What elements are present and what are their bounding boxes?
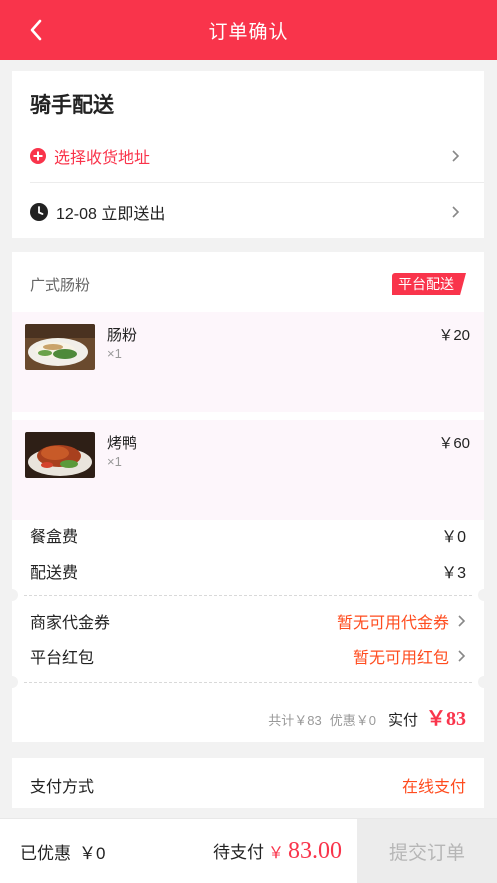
item-name: 肠粉 <box>107 327 138 344</box>
payment-method-label: 支付方式 <box>30 779 95 796</box>
address-select-label: 选择收货地址 <box>54 150 151 167</box>
paid-value: ￥83 <box>426 708 466 730</box>
coupon-label: 商家代金券 <box>30 615 111 632</box>
discount-summary: 已优惠 ￥0 <box>20 819 105 883</box>
delivery-fee-row: 配送费 ￥3 <box>30 558 466 584</box>
divider <box>30 182 484 183</box>
total-amount: 共计￥83 <box>268 713 322 728</box>
order-card: 广式肠粉 平台配送 肠粉 ×1 ￥20 烤鸭 ×1 ￥60 餐盒费 ￥0 配送费… <box>6 252 490 742</box>
bottom-bar: 已优惠 ￥0 待支付 ￥ 83.00 提交订单 <box>0 818 497 883</box>
item-price: ￥20 <box>438 327 470 344</box>
ticket-notch <box>478 589 490 601</box>
page-title: 订单确认 <box>208 21 289 43</box>
item-qty: ×1 <box>107 346 122 361</box>
chevron-left-icon <box>30 19 42 41</box>
list-item: 肠粉 ×1 ￥20 <box>12 312 484 412</box>
clock-icon <box>30 203 48 221</box>
top-bar: 订单确认 <box>0 0 497 60</box>
food-image <box>25 324 95 370</box>
payment-method-value: 在线支付 <box>401 779 466 796</box>
delivery-time-row[interactable]: 12-08 立即送出 <box>30 197 466 227</box>
coupon-value: 暂无可用红包 <box>352 650 449 667</box>
discount-label: 已优惠 <box>20 844 71 863</box>
chevron-right-icon <box>458 650 466 662</box>
shop-header: 广式肠粉 平台配送 <box>30 272 466 296</box>
to-pay-summary: 待支付 ￥ 83.00 <box>213 819 342 883</box>
dashed-divider <box>24 682 472 683</box>
plus-circle-icon <box>30 148 46 164</box>
item-name: 烤鸭 <box>107 435 138 452</box>
payment-method-card[interactable]: 支付方式 在线支付 <box>12 758 484 808</box>
to-pay-currency: ￥ <box>267 845 284 862</box>
fee-value: ￥0 <box>441 529 466 546</box>
coupon-label: 平台红包 <box>30 650 95 667</box>
order-total-row: 共计￥83 优惠￥0 实付 ￥83 <box>268 702 466 730</box>
item-price: ￥60 <box>438 435 470 452</box>
back-button[interactable] <box>24 18 48 42</box>
list-item: 烤鸭 ×1 ￥60 <box>12 420 484 520</box>
platform-redpacket-row[interactable]: 平台红包 暂无可用红包 <box>30 642 466 670</box>
to-pay-label: 待支付 <box>212 843 264 862</box>
paid-label: 实付 <box>387 712 418 729</box>
coupon-value: 暂无可用代金券 <box>336 615 449 632</box>
dashed-divider <box>24 595 472 596</box>
delivery-mode-title: 骑手配送 <box>30 94 114 117</box>
fee-value: ￥3 <box>441 565 466 582</box>
address-select-row[interactable]: 选择收货地址 <box>30 141 466 171</box>
ticket-notch <box>6 676 18 688</box>
discount-value: ￥0 <box>79 844 106 863</box>
packaging-fee-row: 餐盒费 ￥0 <box>30 522 466 548</box>
merchant-coupon-row[interactable]: 商家代金券 暂无可用代金券 <box>30 607 466 635</box>
discount-amount: 优惠￥0 <box>329 713 376 728</box>
submit-order-button[interactable]: 提交订单 <box>357 819 497 883</box>
delivery-card: 骑手配送 选择收货地址 12-08 立即送出 <box>12 71 484 238</box>
fee-label: 餐盒费 <box>30 529 79 546</box>
to-pay-amount: 83.00 <box>288 838 342 864</box>
ticket-notch <box>6 589 18 601</box>
food-image <box>25 432 95 478</box>
chevron-right-icon <box>452 206 460 218</box>
shop-name: 广式肠粉 <box>30 276 91 294</box>
platform-delivery-badge: 平台配送 <box>392 273 466 295</box>
chevron-right-icon <box>452 150 460 162</box>
chevron-right-icon <box>458 615 466 627</box>
item-qty: ×1 <box>107 454 122 469</box>
ticket-notch <box>478 676 490 688</box>
fee-label: 配送费 <box>30 565 79 582</box>
delivery-time-label: 12-08 立即送出 <box>56 206 166 223</box>
